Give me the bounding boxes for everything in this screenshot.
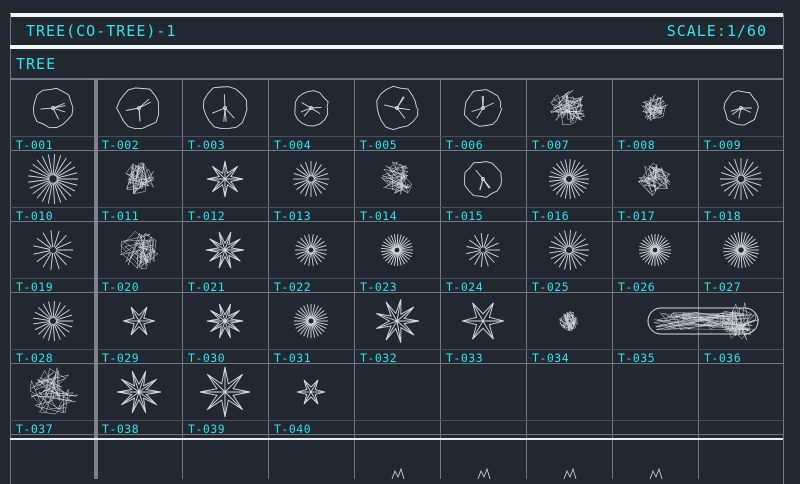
block-label: T-003 <box>188 139 225 151</box>
sheet-scale[interactable]: SCALE:1/60 <box>667 22 767 40</box>
block-label: T-018 <box>704 210 741 222</box>
block-label: T-012 <box>188 210 225 222</box>
block-label: T-007 <box>532 139 569 151</box>
block-label: T-001 <box>16 139 53 151</box>
block-t-009-symbol[interactable] <box>724 91 759 125</box>
block-label: T-014 <box>360 210 397 222</box>
block-label: T-037 <box>16 423 53 435</box>
block-grid: T-001 T-002 T-003 T-004 T-005 T-006 T-007 T-008… <box>10 79 783 479</box>
title-bottom-rule <box>10 45 783 49</box>
cropped-symbol <box>564 469 576 479</box>
block-label: T-036 <box>704 352 741 364</box>
cropped-symbol <box>650 469 662 479</box>
block-label: T-004 <box>274 139 311 151</box>
block-label: T-015 <box>446 210 483 222</box>
block-label: T-016 <box>532 210 569 222</box>
block-label: T-027 <box>704 281 741 293</box>
column-divider-bar <box>94 79 98 479</box>
block-t-033-symbol[interactable] <box>462 303 504 339</box>
block-label: T-017 <box>618 210 655 222</box>
block-t-019-symbol[interactable] <box>33 230 73 270</box>
block-t-006-symbol[interactable] <box>464 90 502 127</box>
block-t-032-symbol[interactable] <box>376 299 419 342</box>
block-t-003-symbol[interactable] <box>203 87 247 129</box>
block-label: T-006 <box>446 139 483 151</box>
block-t-018-symbol[interactable] <box>720 158 762 200</box>
grid-bottom-rule <box>10 438 783 440</box>
block-label: T-022 <box>274 281 311 293</box>
block-t-020-symbol[interactable] <box>120 231 158 269</box>
block-t-038-symbol[interactable] <box>117 371 161 413</box>
block-label: T-032 <box>360 352 397 364</box>
block-t-028-symbol[interactable] <box>33 301 73 341</box>
title-bar: TREE(CO-TREE)-1 SCALE:1/60 <box>10 17 783 45</box>
block-t-015-symbol[interactable] <box>465 162 502 198</box>
block-t-031-symbol[interactable] <box>294 304 328 338</box>
block-label: T-002 <box>102 139 139 151</box>
block-t-039-symbol[interactable] <box>200 367 250 417</box>
block-t-030-symbol[interactable] <box>207 304 243 338</box>
block-label: T-025 <box>532 281 569 293</box>
block-label: T-034 <box>532 352 569 364</box>
section-title[interactable]: TREE <box>16 55 56 73</box>
block-label: T-039 <box>188 423 225 435</box>
block-t-005-symbol[interactable] <box>377 86 418 129</box>
block-label: T-020 <box>102 281 139 293</box>
block-label: T-013 <box>274 210 311 222</box>
block-t-008-symbol[interactable] <box>642 95 668 122</box>
block-label: T-031 <box>274 352 311 364</box>
block-t-010-symbol[interactable] <box>28 154 78 204</box>
block-label: T-019 <box>16 281 53 293</box>
cropped-symbol <box>392 469 404 479</box>
block-label: T-023 <box>360 281 397 293</box>
block-t-001-symbol[interactable] <box>33 88 73 127</box>
block-t-037-symbol[interactable] <box>30 368 77 414</box>
block-t-026-symbol[interactable] <box>639 234 671 266</box>
block-label: T-021 <box>188 281 225 293</box>
block-t-029-symbol[interactable] <box>123 307 155 335</box>
block-label: T-008 <box>618 139 655 151</box>
block-t-002-symbol[interactable] <box>117 88 159 129</box>
block-t-016-symbol[interactable] <box>549 159 589 199</box>
sheet-title[interactable]: TREE(CO-TREE)-1 <box>26 22 176 40</box>
cropped-symbol <box>478 469 490 479</box>
block-label: T-026 <box>618 281 655 293</box>
block-label: T-005 <box>360 139 397 151</box>
block-label: T-033 <box>446 352 483 364</box>
block-t-013-symbol[interactable] <box>293 161 329 197</box>
block-t-007-symbol[interactable] <box>551 90 585 125</box>
block-t-023-symbol[interactable] <box>381 234 413 266</box>
block-label: T-030 <box>188 352 225 364</box>
block-label: T-028 <box>16 352 53 364</box>
block-label: T-011 <box>102 210 139 222</box>
block-t-011-symbol[interactable] <box>126 162 154 194</box>
block-label: T-009 <box>704 139 741 151</box>
block-t-034-symbol[interactable] <box>559 311 578 331</box>
block-t-025-symbol[interactable] <box>549 230 589 270</box>
block-label: T-029 <box>102 352 139 364</box>
block-t-014-symbol[interactable] <box>381 162 412 195</box>
block-label: T-024 <box>446 281 483 293</box>
block-label: T-040 <box>274 423 311 435</box>
block-t-027-symbol[interactable] <box>723 232 759 268</box>
block-t-012-symbol[interactable] <box>207 161 243 197</box>
block-t-004-symbol[interactable] <box>295 91 328 126</box>
block-label: T-038 <box>102 423 139 435</box>
block-t-022-symbol[interactable] <box>295 234 327 266</box>
block-label: T-010 <box>16 210 53 222</box>
block-label: T-035 <box>618 352 655 364</box>
block-t-021-symbol[interactable] <box>206 232 244 268</box>
block-t-024-symbol[interactable] <box>466 233 500 267</box>
block-t-017-symbol[interactable] <box>638 163 670 196</box>
block-t-040-symbol[interactable] <box>297 380 325 404</box>
